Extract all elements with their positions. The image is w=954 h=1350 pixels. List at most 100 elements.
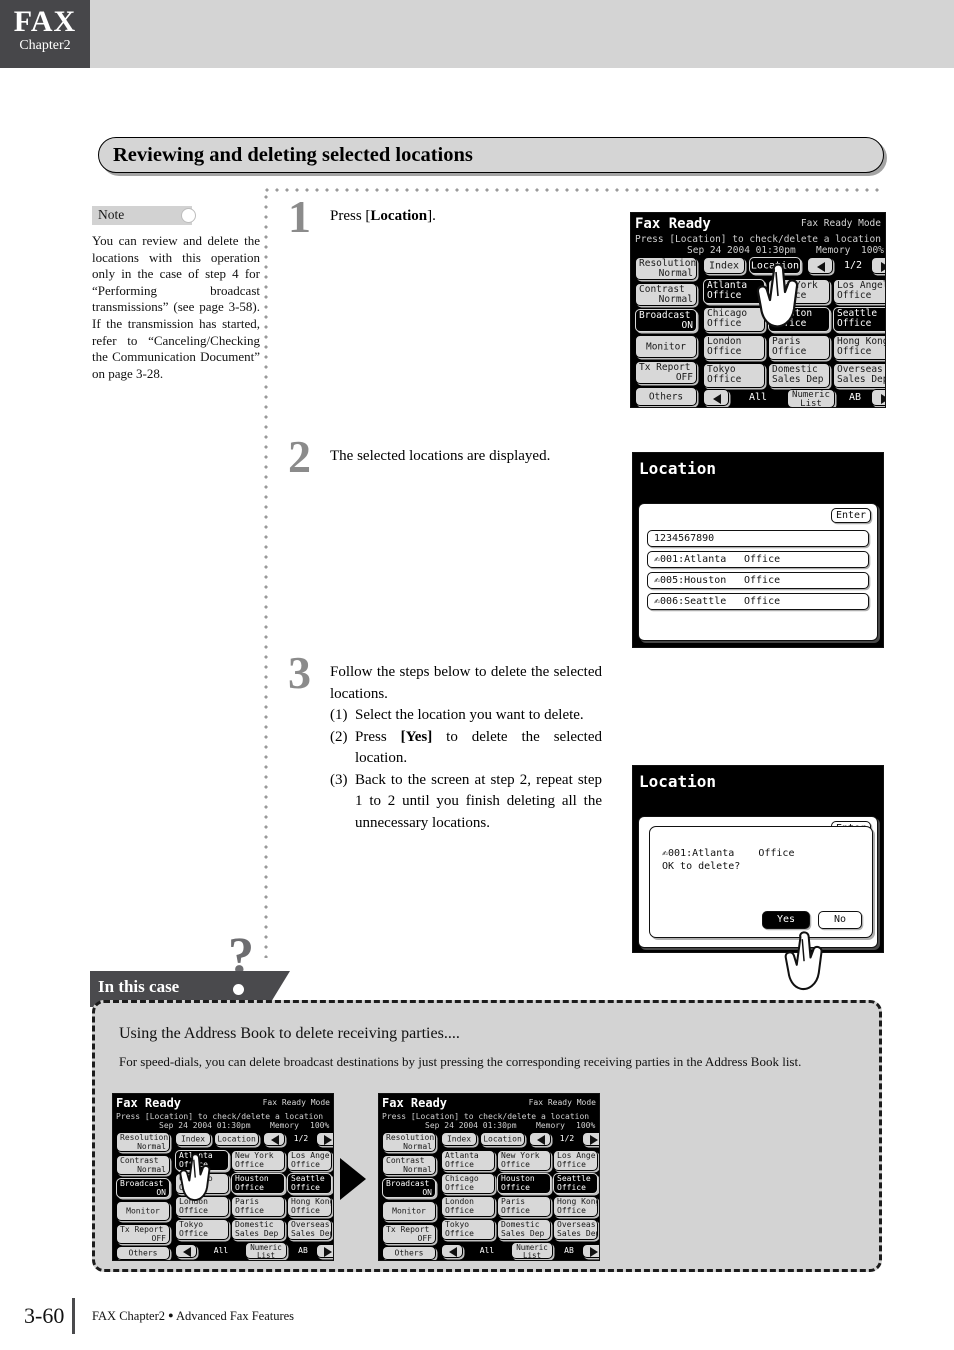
mini-a-side-others[interactable]: Others [116, 1246, 170, 1260]
mini-b-side-txreport[interactable]: Tx Report OFF [382, 1224, 436, 1244]
mini-b-loc-paris[interactable]: Paris Office [497, 1196, 551, 1217]
note-body-text: You can review and delete the locations … [92, 233, 260, 381]
flow-arrow-icon [340, 1158, 366, 1200]
mini-a-side-monitor[interactable]: Monitor [116, 1201, 170, 1221]
mini-a-prev-page-button[interactable] [263, 1132, 285, 1146]
fax1-location-losangels[interactable]: Los Angels Office [833, 279, 885, 304]
fax1-location-seattle[interactable]: Seattle Office [833, 307, 885, 332]
mini-b-bottom-prev[interactable] [441, 1244, 463, 1258]
mini-b-loc-london[interactable]: London Office [441, 1196, 495, 1217]
mini-a-loc-seattle[interactable]: Seattle Office [287, 1173, 332, 1194]
mini-b-loc-houston[interactable]: Houston Office [497, 1173, 551, 1194]
mini-a-side-txreport-l2: OFF [151, 1234, 166, 1243]
fax3-no-button[interactable]: No [818, 911, 862, 929]
in-this-case-dot-icon [233, 984, 244, 995]
fax1-bottom-prev-button[interactable] [703, 389, 729, 406]
fax3-yes-button[interactable]: Yes [762, 911, 810, 929]
mini-a-all-label[interactable]: All [201, 1246, 241, 1255]
mini-b-side-contrast[interactable]: Contrast Normal [382, 1155, 436, 1175]
step-3-text: Follow the steps below to delete the sel… [330, 662, 602, 834]
fax1-location-domestic[interactable]: Domestic Sales Dep [768, 363, 830, 388]
mini-b-side-broadcast[interactable]: Broadcast ON [382, 1178, 436, 1198]
mini-a-side-others-l1: Others [128, 1248, 158, 1258]
mini-a-loc-hongkong[interactable]: Hong Kong Office [287, 1196, 332, 1217]
fax1-numeric-list-button[interactable]: Numeric List [787, 389, 835, 407]
mini-screen-b[interactable]: Fax Ready Fax Ready Mode Press [Location… [378, 1093, 600, 1261]
mini-b-location-button[interactable]: Location [480, 1132, 525, 1146]
mini-b-side-others[interactable]: Others [382, 1246, 436, 1260]
fax-screen-2[interactable]: Location Enter 1234567890 ✍001:Atlanta O… [632, 452, 884, 648]
mini-screen-a[interactable]: Fax Ready Fax Ready Mode Press [Location… [112, 1093, 334, 1261]
mini-a-side-txreport[interactable]: Tx Report OFF [116, 1224, 170, 1244]
mini-a-next-page-button[interactable] [316, 1132, 333, 1146]
mini-a-bottom-prev[interactable] [175, 1244, 197, 1258]
fax1-location-paris[interactable]: Paris Office [768, 335, 830, 360]
mini-b-side-monitor[interactable]: Monitor [382, 1201, 436, 1221]
mini-a-side-contrast[interactable]: Contrast Normal [116, 1155, 170, 1175]
mini-a-loc-domestic[interactable]: Domestic Sales Dep [231, 1219, 285, 1240]
fax1-prev-page-button[interactable] [807, 257, 833, 274]
fax1-location-overseas[interactable]: Overseas Sales Dep [833, 363, 885, 388]
mini-b-next-page-button[interactable] [582, 1132, 599, 1146]
mini-b-loc-seattle[interactable]: Seattle Office [553, 1173, 598, 1194]
triangle-right-icon [590, 1135, 598, 1145]
fax1-index-button[interactable]: Index [703, 257, 745, 274]
mini-b-loc-hongkong[interactable]: Hong Kong Office [553, 1196, 598, 1217]
mini-a-bottom-next[interactable] [316, 1244, 333, 1258]
fax1-all-label[interactable]: All [733, 392, 783, 403]
fax1-next-page-button[interactable] [871, 257, 885, 274]
mini-a-ab-label[interactable]: AB [291, 1246, 315, 1255]
mini-a-location-button[interactable]: Location [214, 1132, 259, 1146]
mini-b-loc-losangels[interactable]: Los Angels Office [553, 1150, 598, 1171]
mini-b-all-label[interactable]: All [467, 1246, 507, 1255]
step-1-number: 1 [288, 191, 311, 242]
fax2-row-atlanta-office: Office [744, 554, 781, 565]
mini-a-loc-paris[interactable]: Paris Office [231, 1196, 285, 1217]
mini-b-numeric-list-button[interactable]: Numeric List [511, 1242, 553, 1259]
fax2-row-seattle[interactable]: ✍006:Seattle Office [647, 593, 869, 610]
mini-b-loc-atlanta[interactable]: Atlanta Office [441, 1150, 495, 1171]
mini-b-ab-label[interactable]: AB [557, 1246, 581, 1255]
mini-b-loc-tokyo-l1: Tokyo [445, 1220, 470, 1229]
mini-a-loc-losangels[interactable]: Los Angels Office [287, 1150, 332, 1171]
mini-a-numeric-list-button[interactable]: Numeric List [245, 1242, 287, 1259]
fax2-enter-button[interactable]: Enter [831, 508, 871, 523]
mini-a-loc-paris-l1: Paris [235, 1197, 260, 1206]
mini-a-side-resolution[interactable]: Resolution Normal [116, 1132, 170, 1152]
fax1-side-key-others[interactable]: Others [635, 387, 697, 406]
mini-a-index-button[interactable]: Index [175, 1132, 211, 1146]
fax-screen-3[interactable]: Location Enter ✍001:Atlanta Office OK to… [632, 765, 884, 953]
fax1-side-key-broadcast[interactable]: Broadcast ON [635, 309, 697, 332]
fax1-ab-label[interactable]: AB [839, 392, 871, 403]
fax2-row-houston[interactable]: ✍005:Houston Office [647, 572, 869, 589]
fax1-bottom-next-button[interactable] [871, 389, 885, 406]
mini-b-loc-domestic[interactable]: Domestic Sales Dep [497, 1219, 551, 1240]
fax1-side-key-txreport[interactable]: Tx Report OFF [635, 361, 697, 384]
fax1-side-key-monitor[interactable]: Monitor [635, 335, 697, 358]
mini-a-loc-overseas[interactable]: Overseas Sales Dep [287, 1219, 332, 1240]
fax2-number-row[interactable]: 1234567890 [647, 530, 869, 547]
fax1-side-key-resolution[interactable]: Resolution Normal [635, 257, 697, 280]
mini-b-index-button[interactable]: Index [441, 1132, 477, 1146]
fax1-location-hongkong[interactable]: Hong Kong Office [833, 335, 885, 360]
fax1-location-london[interactable]: London Office [703, 335, 765, 360]
mini-b-loc-overseas[interactable]: Overseas Sales Dep [553, 1219, 598, 1240]
mini-b-prompt: Press [Location] to check/delete a locat… [382, 1112, 590, 1121]
fax2-title: Location [639, 459, 717, 478]
mini-a-loc-tokyo[interactable]: Tokyo Office [175, 1219, 229, 1240]
fax1-location-tokyo[interactable]: Tokyo Office [703, 363, 765, 388]
step-3-sub-2-text: Press [Yes] to delete the selected locat… [355, 727, 602, 770]
mini-a-loc-houston[interactable]: Houston Office [231, 1173, 285, 1194]
mini-b-loc-chicago[interactable]: Chicago Office [441, 1173, 495, 1194]
mini-b-loc-tokyo[interactable]: Tokyo Office [441, 1219, 495, 1240]
in-this-case-label: In this case [98, 977, 180, 996]
fax1-side-key-resolution-l2: Normal [658, 268, 693, 279]
mini-b-loc-newyork[interactable]: New York Office [497, 1150, 551, 1171]
mini-b-side-resolution[interactable]: Resolution Normal [382, 1132, 436, 1152]
fax2-row-atlanta[interactable]: ✍001:Atlanta Office [647, 551, 869, 568]
mini-b-bottom-next[interactable] [582, 1244, 599, 1258]
fax1-side-key-contrast[interactable]: Contrast Normal [635, 283, 697, 306]
mini-a-side-broadcast[interactable]: Broadcast ON [116, 1178, 170, 1198]
mini-a-loc-newyork[interactable]: New York Office [231, 1150, 285, 1171]
mini-b-prev-page-button[interactable] [529, 1132, 551, 1146]
